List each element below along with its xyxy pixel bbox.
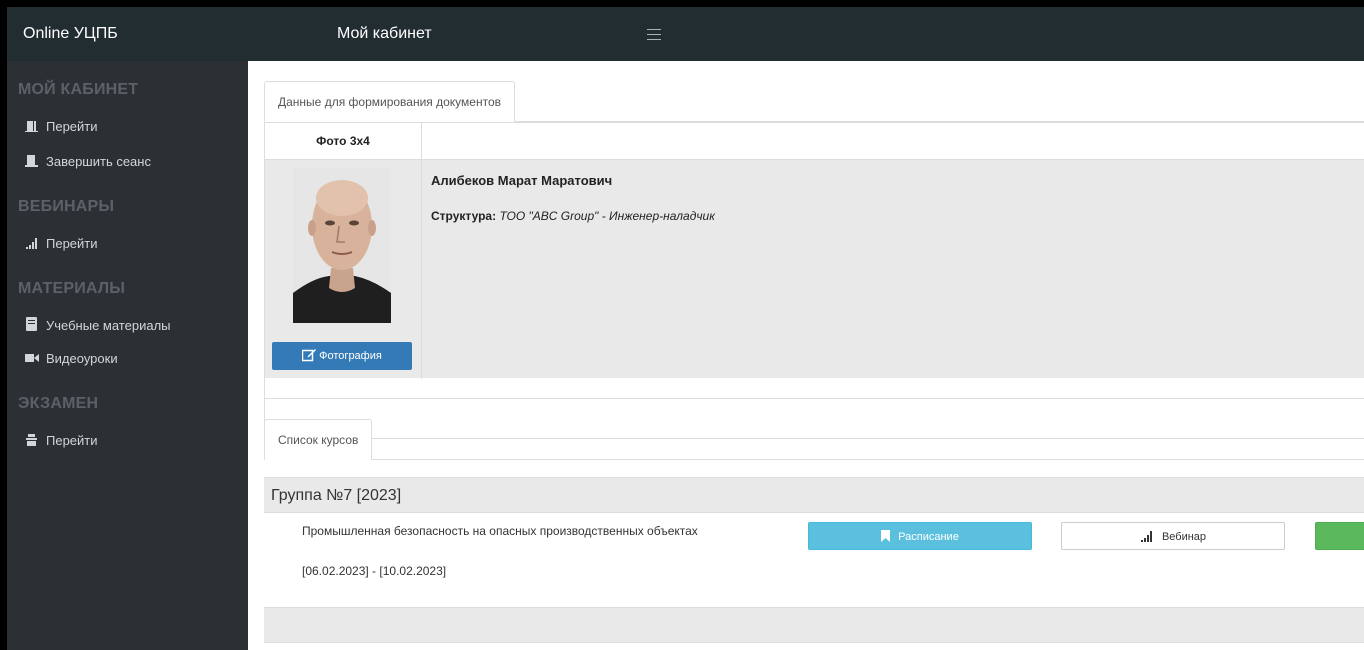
photo-cell: Фотография xyxy=(265,160,422,379)
tab-documents-data[interactable]: Данные для формирования документов xyxy=(264,81,516,122)
tab-course-list[interactable]: Список курсов xyxy=(264,419,373,460)
course-name: Промышленная безопасность на опасных про… xyxy=(302,524,698,538)
sidebar-section-materials: МАТЕРИАЛЫ xyxy=(18,280,126,297)
exam-icon xyxy=(25,432,39,446)
main-content: Данные для формирования документов Фото … xyxy=(248,61,1364,650)
upload-photo-button[interactable]: Фотография xyxy=(272,342,412,370)
group-title: Группа №7 [2023] xyxy=(271,487,402,504)
sidebar-item-label: Перейти xyxy=(46,236,98,251)
photo-column-header: Фото 3x4 xyxy=(265,123,422,159)
webinar-button-label: Вебинар xyxy=(1161,531,1207,543)
structure-value: ТОО "ABC Group" - Инженер-наладчик xyxy=(499,209,715,223)
window-frame-left xyxy=(0,0,7,650)
person-full-name: Алибеков Марат Маратович xyxy=(431,173,613,188)
sidebar-item-label: Перейти xyxy=(46,433,98,448)
section-divider xyxy=(264,398,1364,399)
sidebar-section-webinars: ВЕБИНАРЫ xyxy=(18,198,115,215)
sidebar-section-my-cabinet: МОЙ КАБИНЕТ xyxy=(18,81,139,98)
webinar-button[interactable]: Вебинар xyxy=(1061,522,1285,550)
sidebar-item-webinars-go[interactable]: Перейти xyxy=(25,234,98,254)
sidebar-item-label: Перейти xyxy=(46,119,98,134)
profile-column-header xyxy=(422,123,1364,159)
logout-icon xyxy=(25,153,39,167)
group-header-row: Группа №7 [2023] xyxy=(264,477,1364,513)
sidebar-item-study-materials[interactable]: Учебные материалы xyxy=(25,316,171,336)
door-icon xyxy=(25,118,39,132)
edit-icon xyxy=(301,345,317,362)
sidebar-item-label: Видеоуроки xyxy=(46,351,118,366)
sidebar-section-exam: ЭКЗАМЕН xyxy=(18,395,99,412)
window-frame-top xyxy=(0,0,1364,7)
page-title: Мой кабинет xyxy=(337,25,432,42)
course-dates: [06.02.2023] - [10.02.2023] xyxy=(302,564,447,578)
sidebar-item-label: Завершить сеанс xyxy=(46,154,151,169)
schedule-button-label: Расписание xyxy=(898,531,959,543)
user-photo xyxy=(293,168,391,323)
profile-row: Фотография Алибеков Марат Маратович Стру… xyxy=(265,159,1364,379)
sidebar-item-logout[interactable]: Завершить сеанс xyxy=(25,152,151,172)
book-icon xyxy=(25,317,39,331)
structure-label: Структура: xyxy=(431,209,497,223)
signal-icon xyxy=(25,235,39,249)
video-camera-icon xyxy=(25,350,39,362)
brand-logo[interactable]: Online УЦПБ xyxy=(23,7,118,61)
sidebar-item-my-cabinet-go[interactable]: Перейти xyxy=(25,117,98,137)
schedule-button[interactable]: Расписание xyxy=(808,522,1032,550)
upload-photo-label: Фотография xyxy=(319,350,382,362)
profile-table: Фото 3x4 Фотография Алибеков Марат Марат… xyxy=(264,122,1364,439)
top-navbar: Online УЦПБ Мой кабинет xyxy=(7,7,1364,61)
group-footer-row xyxy=(264,607,1364,643)
person-structure: Структура: ТОО "ABC Group" - Инженер-нал… xyxy=(431,209,715,223)
hamburger-menu-icon[interactable] xyxy=(647,25,661,43)
sidebar-item-video-lessons[interactable]: Видеоуроки xyxy=(25,349,118,369)
sidebar: МОЙ КАБИНЕТ Перейти Завершить сеанс ВЕБИ… xyxy=(7,61,248,650)
sidebar-item-exam-go[interactable]: Перейти xyxy=(25,431,98,451)
bookmark-icon xyxy=(881,525,891,553)
tab-strip-border xyxy=(264,459,1364,460)
sidebar-item-label: Учебные материалы xyxy=(46,318,171,333)
green-action-button[interactable] xyxy=(1315,522,1364,550)
signal-icon xyxy=(1140,525,1154,553)
